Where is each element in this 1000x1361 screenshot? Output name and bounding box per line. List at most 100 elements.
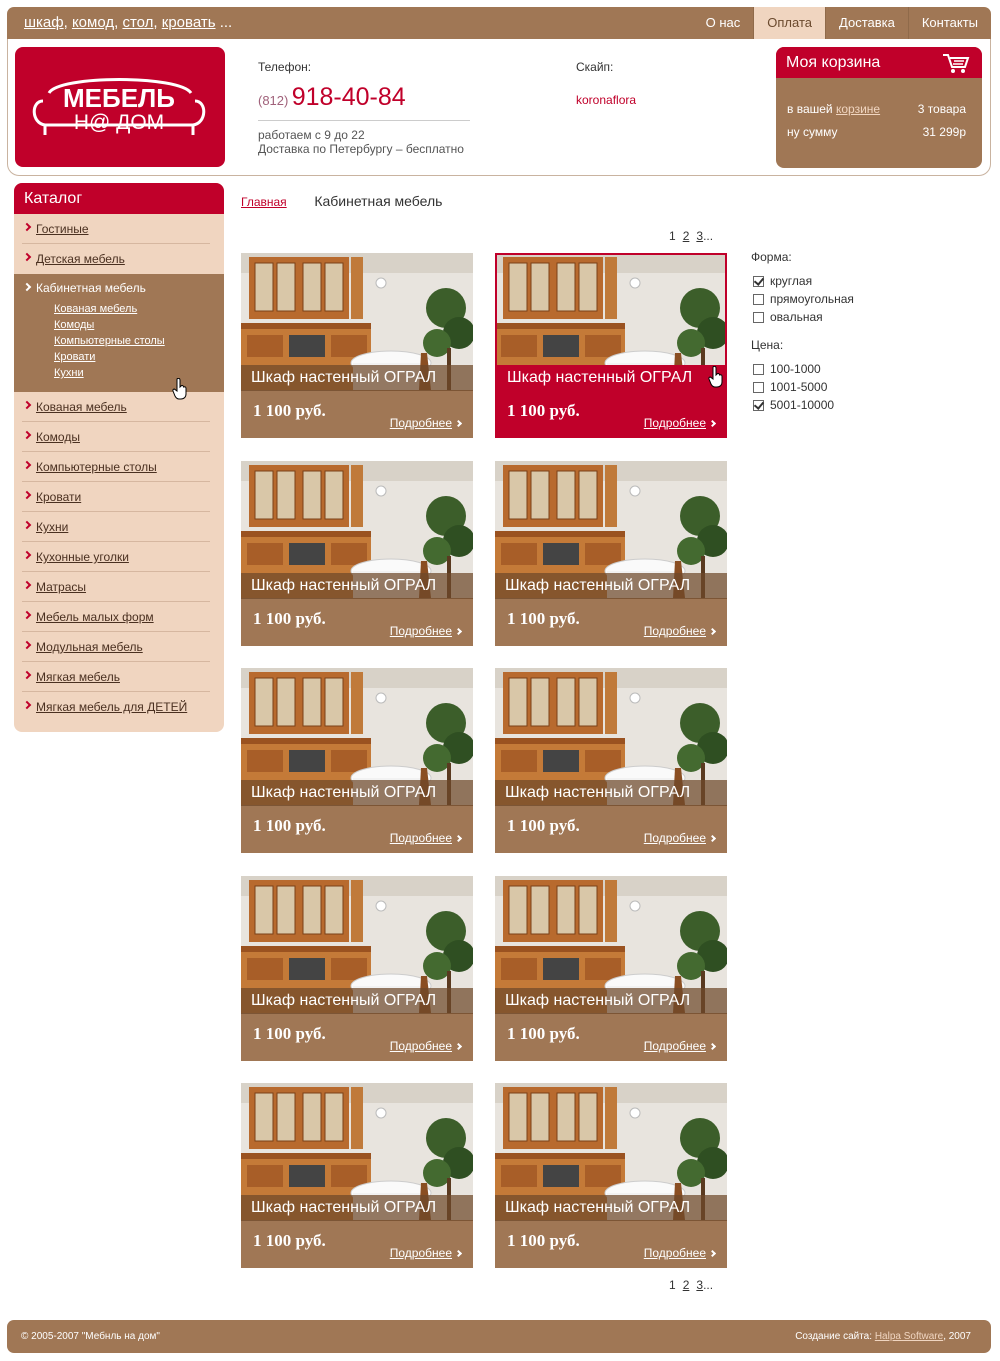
- price-filter-option-label[interactable]: 100-1000: [770, 362, 821, 376]
- product-card[interactable]: Шкаф настенный ОГРАЛ 1 100 руб. Подробнее: [241, 875, 473, 1061]
- shape-filter-option[interactable]: овальная: [751, 308, 854, 326]
- catalog-item[interactable]: Модульная мебель: [22, 632, 210, 662]
- catalog-item-label[interactable]: Детская мебель: [36, 252, 125, 266]
- product-name[interactable]: Шкаф настенный ОГРАЛ: [241, 1195, 473, 1221]
- cart-row1-prefix: в вашей: [787, 102, 833, 116]
- catalog-item[interactable]: Кровати: [22, 482, 210, 512]
- shape-filter-option-label[interactable]: круглая: [770, 274, 812, 288]
- product-more-link[interactable]: Подробнее: [644, 1039, 717, 1053]
- catalog-item-label[interactable]: Мягкая мебель: [36, 670, 120, 684]
- catalog-item[interactable]: Кухонные уголки: [22, 542, 210, 572]
- catalog-item-label[interactable]: Мягкая мебель для ДЕТЕЙ: [36, 700, 187, 714]
- cart-header[interactable]: Моя корзина: [776, 47, 982, 78]
- catalog-item[interactable]: Кованая мебель: [22, 392, 210, 422]
- nav-delivery[interactable]: Доставка: [825, 7, 908, 39]
- product-name[interactable]: Шкаф настенный ОГРАЛ: [495, 780, 727, 806]
- catalog-item[interactable]: Мягкая мебель: [22, 662, 210, 692]
- cart-link[interactable]: корзине: [836, 102, 880, 116]
- nav-about[interactable]: О нас: [693, 7, 754, 39]
- product-card[interactable]: Шкаф настенный ОГРАЛ 1 100 руб. Подробнее: [241, 1083, 473, 1268]
- checkbox-icon[interactable]: [753, 275, 764, 287]
- product-more-link[interactable]: Подробнее: [390, 416, 463, 430]
- product-price: 1 100 руб.: [253, 1023, 326, 1043]
- catalog-item-label[interactable]: Кухонные уголки: [36, 550, 129, 564]
- product-name[interactable]: Шкаф настенный ОГРАЛ: [241, 780, 473, 806]
- product-card[interactable]: Шкаф настенный ОГРАЛ 1 100 руб. Подробнее: [495, 668, 727, 853]
- shape-filter-option-label[interactable]: прямоугольная: [770, 292, 854, 306]
- product-more-link[interactable]: Подробнее: [644, 416, 717, 430]
- catalog-item[interactable]: Комоды: [22, 422, 210, 452]
- catalog-item-label[interactable]: Гостиные: [36, 222, 89, 236]
- catalog-item-label[interactable]: Кухни: [36, 520, 68, 534]
- checkbox-icon[interactable]: [753, 311, 764, 323]
- catalog-item-active-label[interactable]: Кабинетная мебель: [36, 281, 146, 295]
- quick-link-dresser[interactable]: комод: [72, 14, 114, 31]
- product-card[interactable]: Шкаф настенный ОГРАЛ 1 100 руб. Подробнее: [495, 875, 727, 1061]
- price-filter-option[interactable]: 100-1000: [751, 360, 854, 378]
- pager-page[interactable]: 2: [683, 1278, 690, 1292]
- catalog-item-active[interactable]: Кабинетная мебель Кованая мебель Комоды …: [14, 274, 224, 400]
- catalog-sidebar: Каталог Гостиные Детская мебель Кабинетн…: [14, 183, 224, 732]
- product-more-link[interactable]: Подробнее: [390, 831, 463, 845]
- catalog-item-label[interactable]: Компьютерные столы: [36, 460, 157, 474]
- shape-filter-option-label[interactable]: овальная: [770, 310, 823, 324]
- product-more-link[interactable]: Подробнее: [390, 1039, 463, 1053]
- price-filter-option[interactable]: 5001-10000: [751, 396, 854, 414]
- product-more-link[interactable]: Подробнее: [644, 1246, 717, 1260]
- catalog-item[interactable]: Матрасы: [22, 572, 210, 602]
- catalog-item-label[interactable]: Матрасы: [36, 580, 86, 594]
- checkbox-icon[interactable]: [753, 399, 764, 411]
- checkbox-icon[interactable]: [753, 381, 764, 393]
- footer-credit-link[interactable]: Halpa Software: [875, 1331, 943, 1342]
- catalog-item[interactable]: Кухни: [22, 512, 210, 542]
- product-card[interactable]: Шкаф настенный ОГРАЛ 1 100 руб. Подробнее: [495, 460, 727, 646]
- price-filter-option-label[interactable]: 1001-5000: [770, 380, 827, 394]
- checkbox-icon[interactable]: [753, 293, 764, 305]
- price-filter-option-label[interactable]: 5001-10000: [770, 398, 834, 412]
- product-name[interactable]: Шкаф настенный ОГРАЛ: [495, 1195, 727, 1221]
- breadcrumb-home[interactable]: Главная: [241, 195, 287, 209]
- checkbox-icon[interactable]: [753, 363, 764, 375]
- nav-payment[interactable]: Оплата: [753, 7, 826, 39]
- product-more-link[interactable]: Подробнее: [644, 624, 717, 638]
- catalog-subitem[interactable]: Кованая мебель: [54, 302, 165, 318]
- product-name[interactable]: Шкаф настенный ОГРАЛ: [241, 987, 473, 1014]
- quick-link-table[interactable]: стол: [122, 14, 153, 31]
- product-card[interactable]: Шкаф настенный ОГРАЛ 1 100 руб. Подробнее: [241, 668, 473, 853]
- shape-filter-option[interactable]: круглая: [751, 272, 854, 290]
- product-more-link[interactable]: Подробнее: [390, 1246, 463, 1260]
- catalog-item-label[interactable]: Мебель малых форм: [36, 610, 154, 624]
- product-more-link[interactable]: Подробнее: [644, 831, 717, 845]
- catalog-item-label[interactable]: Комоды: [36, 430, 80, 444]
- product-card[interactable]: Шкаф настенный ОГРАЛ 1 100 руб. Подробнее: [495, 1083, 727, 1268]
- catalog-item-label[interactable]: Кровати: [36, 490, 81, 504]
- pager-page[interactable]: 2: [683, 229, 690, 243]
- product-name[interactable]: Шкаф настенный ОГРАЛ: [497, 365, 725, 391]
- catalog-item[interactable]: Компьютерные столы: [22, 452, 210, 482]
- nav-contacts[interactable]: Контакты: [907, 7, 991, 39]
- product-name[interactable]: Шкаф настенный ОГРАЛ: [241, 572, 473, 599]
- catalog-item[interactable]: Мягкая мебель для ДЕТЕЙ: [22, 692, 210, 722]
- catalog-item[interactable]: Детская мебель: [22, 244, 210, 274]
- catalog-item-label[interactable]: Кованая мебель: [36, 400, 127, 414]
- chevron-right-icon: [454, 1249, 463, 1258]
- catalog-subitem[interactable]: Компьютерные столы: [54, 334, 165, 350]
- product-card[interactable]: Шкаф настенный ОГРАЛ 1 100 руб. Подробнее: [241, 253, 473, 438]
- product-card[interactable]: Шкаф настенный ОГРАЛ 1 100 руб. Подробнее: [241, 460, 473, 646]
- catalog-subitem[interactable]: Кухни: [54, 366, 165, 382]
- catalog-item[interactable]: Мебель малых форм: [22, 602, 210, 632]
- catalog-subitem[interactable]: Кровати: [54, 350, 165, 366]
- catalog-subitem[interactable]: Комоды: [54, 318, 165, 334]
- quick-link-bed[interactable]: кровать: [162, 14, 216, 31]
- product-name[interactable]: Шкаф настенный ОГРАЛ: [495, 987, 727, 1014]
- product-card[interactable]: Шкаф настенный ОГРАЛ 1 100 руб. Подробнее: [495, 253, 727, 438]
- catalog-item-label[interactable]: Модульная мебель: [36, 640, 143, 654]
- shape-filter-option[interactable]: прямоугольная: [751, 290, 854, 308]
- price-filter-option[interactable]: 1001-5000: [751, 378, 854, 396]
- catalog-item[interactable]: Гостиные: [22, 214, 210, 244]
- site-logo[interactable]: МЕБЕЛЬ Н@ ДОМ: [15, 47, 225, 167]
- quick-link-wardrobe[interactable]: шкаф: [24, 14, 64, 31]
- product-name[interactable]: Шкаф настенный ОГРАЛ: [241, 365, 473, 391]
- product-name[interactable]: Шкаф настенный ОГРАЛ: [495, 572, 727, 599]
- product-more-link[interactable]: Подробнее: [390, 624, 463, 638]
